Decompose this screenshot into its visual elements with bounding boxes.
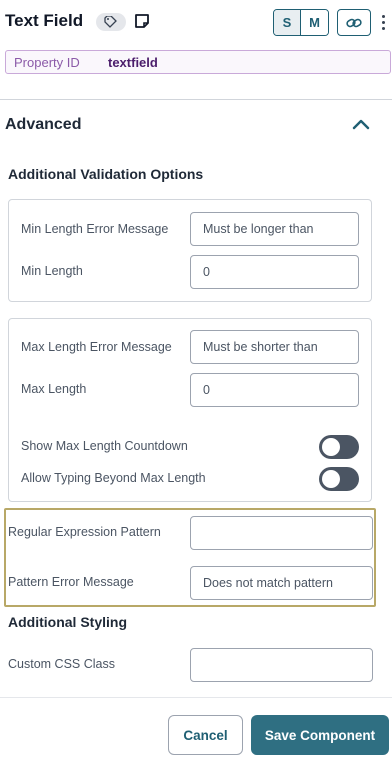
show-countdown-label: Show Max Length Countdown: [21, 439, 188, 453]
chevron-up-icon[interactable]: [351, 117, 371, 131]
max-length-input[interactable]: 0: [190, 373, 359, 407]
pattern-error-label: Pattern Error Message: [8, 575, 134, 589]
property-id-label: Property ID: [14, 55, 80, 70]
min-length-input[interactable]: 0: [190, 255, 359, 289]
size-toggle-group: S M: [273, 9, 329, 36]
tag-button[interactable]: [96, 13, 126, 31]
note-icon[interactable]: [134, 13, 150, 29]
component-title: Text Field: [5, 11, 84, 30]
tag-icon: [104, 16, 117, 28]
styling-title: Additional Styling: [8, 614, 127, 630]
min-length-error-label: Min Length Error Message: [21, 222, 169, 236]
cancel-button[interactable]: Cancel: [168, 715, 243, 755]
property-id-field[interactable]: Property ID textfield: [5, 50, 391, 74]
min-length-error-input[interactable]: Must be longer than: [190, 212, 359, 246]
allow-typing-label: Allow Typing Beyond Max Length: [21, 471, 206, 485]
validation-options-title: Additional Validation Options: [8, 166, 204, 182]
allow-typing-toggle[interactable]: [319, 467, 359, 491]
size-m-button[interactable]: M: [301, 10, 328, 35]
link-button[interactable]: [337, 9, 371, 36]
more-vertical-icon[interactable]: [378, 11, 388, 33]
link-icon: [346, 18, 362, 27]
property-id-value: textfield: [108, 55, 158, 70]
max-length-error-input[interactable]: Must be shorter than: [190, 330, 359, 364]
show-countdown-toggle[interactable]: [319, 435, 359, 459]
save-component-button[interactable]: Save Component: [251, 715, 389, 755]
size-s-button[interactable]: S: [274, 10, 301, 35]
section-title-advanced: Advanced: [5, 116, 82, 133]
footer-divider: [0, 697, 392, 698]
regex-label: Regular Expression Pattern: [8, 525, 161, 539]
max-length-label: Max Length: [21, 382, 87, 396]
divider: [0, 99, 392, 100]
max-length-error-label: Max Length Error Message: [21, 340, 172, 354]
css-class-label: Custom CSS Class: [8, 657, 115, 671]
css-class-input[interactable]: [190, 648, 373, 682]
pattern-error-input[interactable]: Does not match pattern: [190, 566, 373, 600]
component-header: Text Field S M: [0, 0, 392, 44]
regex-input[interactable]: [190, 516, 373, 550]
min-length-label: Min Length: [21, 264, 83, 278]
